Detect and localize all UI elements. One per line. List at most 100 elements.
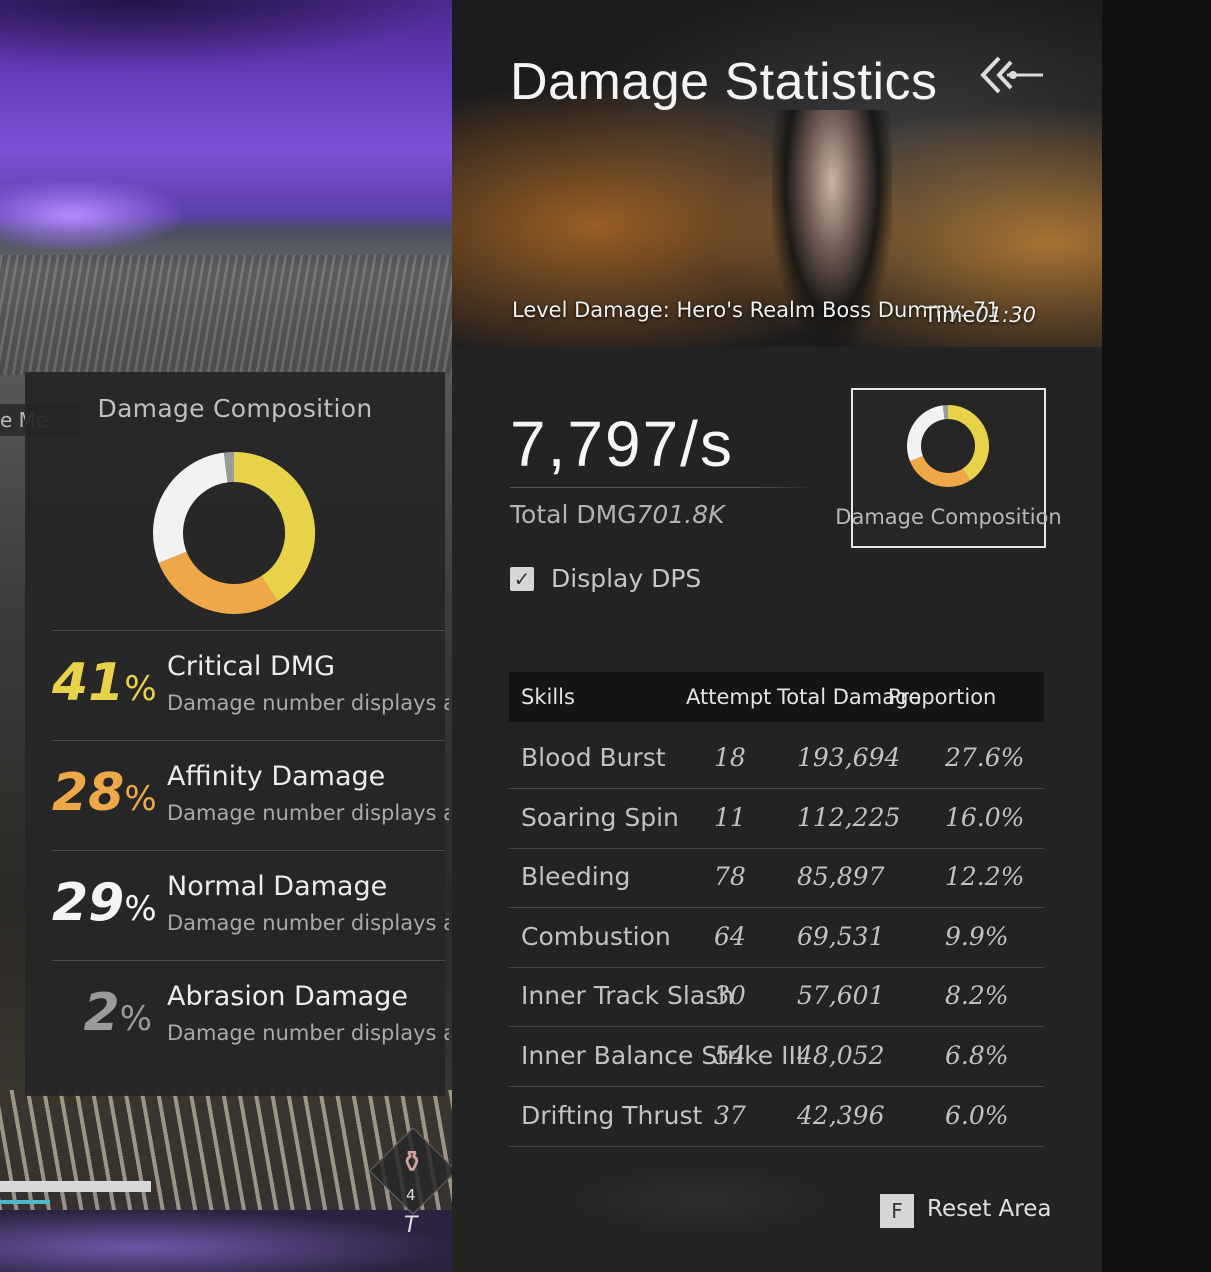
composition-percent: 2% <box>52 983 153 1043</box>
time-display: Time01:30 <box>924 303 1036 327</box>
header-proportion: Proportion <box>888 685 997 709</box>
percent-unit: % <box>119 999 152 1039</box>
time-label: Time <box>924 303 976 327</box>
donut-segment <box>947 405 989 481</box>
skill-name: Inner Track Slash <box>521 981 735 1011</box>
table-row: Drifting Thrust 37 42,396 6.0% <box>509 1087 1044 1147</box>
header-attempt: Attempt <box>686 685 772 709</box>
donut-segment <box>223 452 235 483</box>
donut-segment <box>153 452 229 563</box>
skill-name: Blood Burst <box>521 743 666 772</box>
back-arrow-icon <box>980 56 1043 94</box>
flower-bush <box>0 180 180 250</box>
composition-title: Damage Composition <box>97 394 373 423</box>
potion-count: 4 <box>406 1186 416 1204</box>
attempt-count: 18 <box>714 743 746 772</box>
damage-type-name: Critical DMG <box>167 651 336 682</box>
damage-type-description: Damage number displays as <box>167 911 449 935</box>
percent-value: 29 <box>52 873 125 933</box>
table-header: Skills Attempt Total Damage Proportion <box>509 672 1044 722</box>
potion-hotkey: T <box>404 1213 418 1238</box>
right-margin <box>1102 0 1211 1272</box>
damage-statistics-panel: Damage Statistics Level Damage: Hero's R… <box>452 0 1102 1272</box>
total-damage-cell: 85,897 <box>797 862 885 892</box>
table-row: Blood Burst 18 193,694 27.6% <box>509 729 1044 789</box>
hero-banner: Damage Statistics Level Damage: Hero's R… <box>452 0 1102 347</box>
table-row: Combustion 64 69,531 9.9% <box>509 908 1044 968</box>
skill-name: Drifting Thrust <box>521 1100 703 1130</box>
percent-unit: % <box>124 779 157 819</box>
percent-value: 41 <box>52 653 125 713</box>
composition-row: 28% Affinity Damage Damage number displays… <box>52 740 449 851</box>
composition-donut-chart <box>153 452 315 614</box>
donut-segment <box>907 405 946 462</box>
attempt-count: 64 <box>714 921 746 951</box>
ground <box>0 1210 452 1272</box>
donut-chart-icon <box>907 405 989 487</box>
proportion-cell: 16.0% <box>945 802 1025 832</box>
display-dps-label: Display DPS <box>551 564 702 593</box>
total-damage-cell: 57,601 <box>797 981 885 1011</box>
stamina-bar <box>0 1200 50 1204</box>
total-damage: Total DMG701.8K <box>510 500 725 529</box>
proportion-cell: 6.8% <box>945 1041 1009 1070</box>
percent-value: 2 <box>83 983 120 1043</box>
health-bar <box>0 1181 151 1192</box>
composition-percent: 41% <box>52 653 157 713</box>
composition-row: 41% Critical DMG Damage number displays as <box>52 630 449 741</box>
total-damage-cell: 69,531 <box>797 921 885 951</box>
time-value: 01:30 <box>975 303 1036 327</box>
table-row: Soaring Spin 11 112,225 16.0% <box>509 789 1044 849</box>
attempt-count: 37 <box>714 1100 746 1130</box>
damage-type-name: Affinity Damage <box>167 761 386 792</box>
percent-unit: % <box>124 669 157 709</box>
skill-name: Inner Balance Strike III <box>521 1041 804 1070</box>
header-skills: Skills <box>521 685 575 709</box>
total-damage-cell: 42,396 <box>797 1100 885 1130</box>
reset-hotkey: F <box>880 1194 914 1228</box>
proportion-cell: 9.9% <box>945 921 1009 951</box>
attempt-count: 78 <box>714 862 746 892</box>
total-damage-cell: 112,225 <box>797 802 901 832</box>
proportion-cell: 8.2% <box>945 981 1009 1011</box>
proportion-cell: 6.0% <box>945 1100 1009 1130</box>
proportion-cell: 27.6% <box>945 743 1025 772</box>
damage-composition-button-label: Damage Composition <box>835 505 1062 529</box>
percent-unit: % <box>124 889 157 929</box>
total-damage-label: Total DMG <box>510 500 637 529</box>
total-damage-value: 701.8K <box>636 500 725 529</box>
composition-row: 29% Normal Damage Damage number displays a… <box>52 850 449 961</box>
composition-percent: 29% <box>52 873 157 933</box>
back-button[interactable] <box>977 50 1047 100</box>
damage-type-name: Normal Damage <box>167 871 388 902</box>
damage-type-description: Damage number displays as <box>167 801 449 825</box>
skill-name: Bleeding <box>521 862 631 892</box>
table-row: Bleeding 78 85,897 12.2% <box>509 848 1044 909</box>
attempt-count: 54 <box>714 1041 746 1070</box>
attempt-count: 11 <box>714 802 746 832</box>
donut-segment <box>909 455 970 487</box>
donut-segment <box>158 551 278 614</box>
total-damage-cell: 48,052 <box>797 1041 885 1070</box>
skill-name: Soaring Spin <box>521 802 679 832</box>
percent-value: 28 <box>52 763 125 823</box>
tree-foliage <box>0 0 452 70</box>
composition-percent: 28% <box>52 763 157 823</box>
divider <box>510 487 815 488</box>
proportion-cell: 12.2% <box>945 862 1025 892</box>
control-hints-overlay <box>552 1160 852 1240</box>
reset-area-label: Reset Area <box>927 1196 1052 1222</box>
damage-composition-button[interactable]: Damage Composition <box>835 388 1062 548</box>
table-row: Inner Track Slash 30 57,601 8.2% <box>509 967 1044 1028</box>
skill-name: Combustion <box>521 921 671 951</box>
checkmark-icon: ✓ <box>510 567 534 591</box>
donut-segment <box>233 452 315 602</box>
composition-row: 2% Abrasion Damage Damage number displays … <box>52 960 449 1071</box>
damage-composition-panel: Damage Composition 41% Critical DMG Damage… <box>25 372 449 1096</box>
table-row: Inner Balance Strike III 54 48,052 6.8% <box>509 1027 1044 1087</box>
damage-type-name: Abrasion Damage <box>167 981 408 1012</box>
page-title: Damage Statistics <box>510 53 938 111</box>
potion-icon: ⚱ <box>399 1145 425 1180</box>
dps-value: 7,797/s <box>510 408 734 480</box>
total-damage-cell: 193,694 <box>797 743 901 772</box>
